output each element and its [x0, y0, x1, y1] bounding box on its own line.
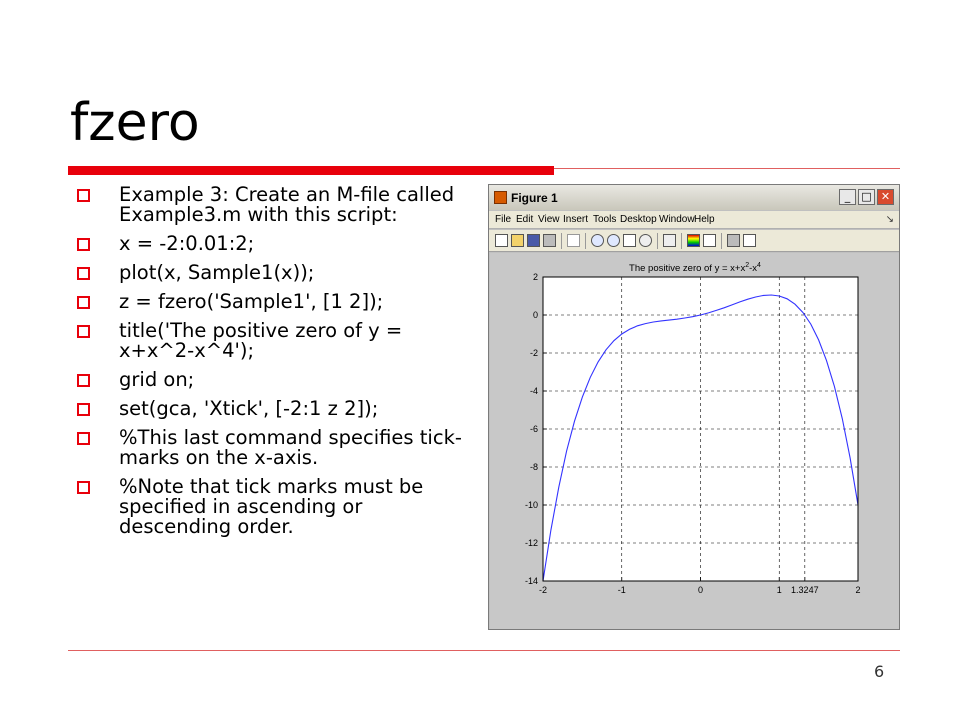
x-tick-label: -1: [618, 585, 626, 595]
x-tick-label: 1: [777, 585, 782, 595]
bullet-box-icon: [77, 238, 90, 251]
bullet-item: z = fzero('Sample1', [1 2]);: [74, 292, 474, 312]
menu-view[interactable]: View: [538, 214, 560, 225]
figure-canvas: The positive zero of y = x+x2-x4 -2 -1 0 1 1…: [490, 253, 899, 629]
data-cursor-icon[interactable]: [663, 234, 676, 247]
bullet-item: x = -2:0.01:2;: [74, 234, 474, 254]
y-tick-label: -2: [530, 348, 538, 358]
figure-window: Figure 1 _ □ ✕ File Edit View Insert Too…: [488, 184, 900, 630]
toolbar-separator: [721, 233, 722, 249]
plot-svg: The positive zero of y = x+x2-x4 -2 -1 0 1 1…: [525, 262, 861, 595]
x-tick-label: 2: [855, 585, 860, 595]
new-icon[interactable]: [495, 234, 508, 247]
bullet-box-icon: [77, 403, 90, 416]
y-tick-label: -6: [530, 424, 538, 434]
bullet-item: Example 3: Create an M-file called Examp…: [74, 185, 474, 225]
show-tools-icon[interactable]: [743, 234, 756, 247]
menu-edit[interactable]: Edit: [516, 214, 533, 225]
x-tick-label: 0: [698, 585, 703, 595]
slide-title: fzero: [70, 93, 200, 153]
bullet-item: title('The positive zero of y = x+x^2-x^…: [74, 321, 474, 361]
print-icon[interactable]: [543, 234, 556, 247]
title-underline-red: [68, 166, 554, 175]
y-tick-label: -10: [525, 500, 538, 510]
minimize-button[interactable]: _: [839, 189, 856, 205]
zoom-out-icon[interactable]: [607, 234, 620, 247]
bullet-item: %Note that tick marks must be specified …: [74, 477, 474, 537]
figure-toolbar: [489, 230, 899, 252]
menu-tools[interactable]: Tools: [593, 214, 616, 225]
bullet-box-icon: [77, 267, 90, 280]
toolbar-separator: [657, 233, 658, 249]
save-icon[interactable]: [527, 234, 540, 247]
hide-tools-icon[interactable]: [727, 234, 740, 247]
figure-menubar: File Edit View Insert Tools Desktop Wind…: [489, 211, 899, 229]
zoom-in-icon[interactable]: [591, 234, 604, 247]
bullet-box-icon: [77, 481, 90, 494]
toolbar-separator: [561, 233, 562, 249]
y-tick-label: -8: [530, 462, 538, 472]
toolbar-separator: [681, 233, 682, 249]
menu-window[interactable]: Window: [659, 214, 695, 225]
footer-rule: [68, 650, 900, 651]
figure-titlebar[interactable]: Figure 1 _ □ ✕: [489, 185, 899, 210]
open-icon[interactable]: [511, 234, 524, 247]
x-tick-label: -2: [539, 585, 547, 595]
title-underline-thin: [554, 168, 900, 169]
y-tick-label: 2: [533, 272, 538, 282]
close-button[interactable]: ✕: [877, 189, 894, 205]
bullet-item: %This last command specifies tick-marks …: [74, 428, 474, 468]
chart-title: The positive zero of y = x+x2-x4: [629, 262, 761, 274]
bullet-item: set(gca, 'Xtick', [-2:1 z 2]);: [74, 399, 474, 419]
y-tick-label: -12: [525, 538, 538, 548]
bullet-box-icon: [77, 296, 90, 309]
toolbar-separator: [585, 233, 586, 249]
page-number: 6: [874, 662, 885, 681]
rotate-icon[interactable]: [639, 234, 652, 247]
maximize-button[interactable]: □: [858, 189, 875, 205]
colorbar-icon[interactable]: [687, 234, 700, 247]
y-tick-label: 0: [533, 310, 538, 320]
pointer-icon[interactable]: [567, 234, 580, 247]
y-tick-label: -14: [525, 576, 538, 586]
bullet-box-icon: [77, 374, 90, 387]
x-tick-label: 1.3247: [791, 585, 819, 595]
legend-icon[interactable]: [703, 234, 716, 247]
bullet-box-icon: [77, 325, 90, 338]
bullet-box-icon: [77, 189, 90, 202]
bullet-item: grid on;: [74, 370, 474, 390]
menu-desktop[interactable]: Desktop: [620, 214, 657, 225]
pan-icon[interactable]: [623, 234, 636, 247]
figure-title: Figure 1: [511, 191, 558, 205]
bullet-item: plot(x, Sample1(x));: [74, 263, 474, 283]
menu-help[interactable]: Help: [694, 214, 715, 225]
dock-arrow-icon[interactable]: ↘: [886, 214, 894, 225]
matlab-figure-icon: [494, 191, 507, 204]
bullet-list: Example 3: Create an M-file called Examp…: [74, 185, 474, 546]
menu-file[interactable]: File: [495, 214, 511, 225]
bullet-box-icon: [77, 432, 90, 445]
menu-insert[interactable]: Insert: [563, 214, 588, 225]
y-tick-label: -4: [530, 386, 538, 396]
